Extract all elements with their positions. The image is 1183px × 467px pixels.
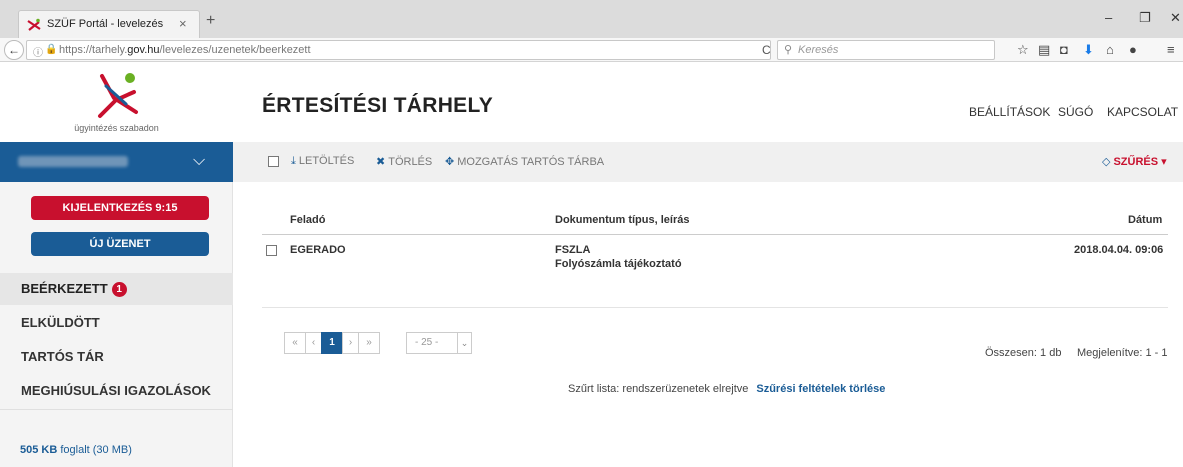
move-arrows-icon: ✥ — [445, 156, 455, 168]
select-all-checkbox[interactable] — [268, 156, 279, 167]
delete-x-icon: ✖ — [376, 156, 386, 168]
sidebar-item-archive[interactable]: Tartós tár — [0, 341, 233, 373]
cell-sender: EGERADO — [290, 244, 346, 256]
browser-search-input[interactable]: ⚲ Keresés — [777, 40, 995, 60]
browser-tab[interactable]: SZÜF Portál - levelezés × — [18, 10, 200, 38]
tab-close-icon[interactable]: × — [179, 16, 187, 31]
total-count: Összesen: 1 db — [985, 347, 1062, 359]
table-header-divider — [262, 234, 1168, 235]
logo-tagline: ügyintézés szabadon — [74, 123, 159, 133]
unread-count-badge: 1 — [111, 282, 127, 297]
home-icon[interactable]: ⌂ — [1106, 42, 1114, 57]
column-header-sender[interactable]: Feladó — [290, 214, 325, 226]
chat-icon[interactable]: ● — [1129, 42, 1137, 57]
user-bar[interactable]: ⌵ — [0, 142, 233, 182]
reading-list-icon[interactable]: ▤ — [1038, 42, 1050, 58]
new-message-button[interactable]: ÚJ ÜZENET — [31, 232, 209, 256]
search-icon: ⚲ — [784, 44, 793, 56]
user-name-blurred — [18, 156, 128, 167]
chevron-down-icon: ⌄ — [457, 333, 471, 353]
nav-contact-link[interactable]: KAPCSOLAT — [1107, 105, 1178, 119]
menu-icon[interactable]: ≡ — [1167, 42, 1175, 57]
last-page-button[interactable]: » — [358, 332, 380, 354]
logout-button[interactable]: KIJELENTKEZÉS 9:15 — [31, 196, 209, 220]
cell-date: 2018.04.04. 09:06 — [1074, 244, 1164, 256]
sidebar: ügyintézés szabadon ⌵ KIJELENTKEZÉS 9:15… — [0, 62, 233, 467]
minimize-icon[interactable]: – — [1105, 10, 1112, 25]
url-bar[interactable]: ⓘ 🔒 https://tarhely.gov.hu/levelezes/uze… — [26, 40, 771, 60]
column-header-date[interactable]: Dátum — [1128, 214, 1162, 226]
window-close-icon[interactable]: ✕ — [1170, 10, 1181, 26]
table-bottom-divider — [262, 307, 1168, 308]
logo-area[interactable]: ügyintézés szabadon — [0, 62, 233, 142]
tab-title: SZÜF Portál - levelezés — [47, 18, 164, 30]
szuf-logo-icon — [98, 73, 138, 118]
prev-page-button[interactable]: ‹ — [305, 332, 322, 354]
sidebar-item-sent[interactable]: Elküldött — [0, 307, 233, 339]
reload-icon[interactable]: C — [762, 43, 771, 57]
search-placeholder: Keresés — [798, 44, 839, 56]
browser-navbar: ← ⓘ 🔒 https://tarhely.gov.hu/levelezes/u… — [0, 38, 1183, 62]
move-to-archive-button[interactable]: ✥ MOZGATÁS TARTÓS TÁRBA — [445, 155, 604, 168]
clear-filters-link[interactable]: Szűrési feltételek törlése — [756, 383, 885, 395]
szuf-favicon-icon — [27, 18, 41, 31]
download-button[interactable]: ⤓ LETÖLTÉS — [291, 155, 354, 168]
url-text[interactable]: https://tarhely.gov.hu/levelezes/uzenete… — [59, 44, 311, 56]
filter-button[interactable]: ◇ SZŰRÉS ▾ — [1102, 155, 1167, 168]
storage-usage: 505 KB foglalt (30 MB) — [20, 444, 132, 456]
page-title: ÉRTESÍTÉSI TÁRHELY — [262, 94, 493, 117]
cell-doc-type: FSZLA — [555, 244, 591, 256]
filter-icon: ◇ — [1102, 156, 1111, 168]
bookmark-star-icon[interactable]: ☆ — [1017, 42, 1029, 58]
browser-tabbar: SZÜF Portál - levelezés × + – ❐ ✕ — [0, 0, 1183, 38]
nav-settings-link[interactable]: BEÁLLÍTÁSOK — [969, 105, 1050, 119]
message-toolbar: ⤓ LETÖLTÉS ✖ TÖRLÉS ✥ MOZGATÁS TARTÓS TÁRBA… — [233, 142, 1183, 182]
sidebar-divider — [0, 409, 233, 410]
sidebar-item-inbox[interactable]: Beérkezett 1 — [0, 273, 233, 305]
filter-note: Szűrt lista: rendszerüzenetek elrejtve Sz… — [568, 383, 886, 395]
info-icon[interactable]: ⓘ — [33, 44, 43, 59]
download-icon: ⤓ — [291, 155, 296, 167]
page-1-button[interactable]: 1 — [321, 332, 343, 354]
pocket-icon[interactable]: ◘ — [1060, 42, 1068, 57]
delete-button[interactable]: ✖ TÖRLÉS — [376, 155, 432, 168]
cell-doc-desc: Folyószámla tájékoztató — [555, 258, 682, 270]
page-size-select[interactable]: - 25 - ⌄ — [406, 332, 472, 354]
first-page-button[interactable]: « — [284, 332, 306, 354]
restore-icon[interactable]: ❐ — [1139, 10, 1151, 26]
chevron-down-icon[interactable]: ⌵ — [193, 152, 205, 170]
nav-help-link[interactable]: SÚGÓ — [1058, 105, 1093, 119]
shown-range: Megjelenítve: 1 - 1 — [1077, 347, 1168, 359]
lock-icon: 🔒 — [45, 44, 58, 55]
sidebar-item-failure-certificates[interactable]: Meghiúsulási igazolások — [0, 375, 233, 407]
column-header-doc-type[interactable]: Dokumentum típus, leírás — [555, 214, 689, 226]
back-arrow-icon[interactable]: ← — [4, 40, 24, 60]
next-page-button[interactable]: › — [342, 332, 359, 354]
download-arrow-icon[interactable]: ⬇ — [1083, 42, 1094, 58]
new-tab-icon[interactable]: + — [206, 13, 215, 29]
row-checkbox[interactable] — [266, 245, 277, 256]
